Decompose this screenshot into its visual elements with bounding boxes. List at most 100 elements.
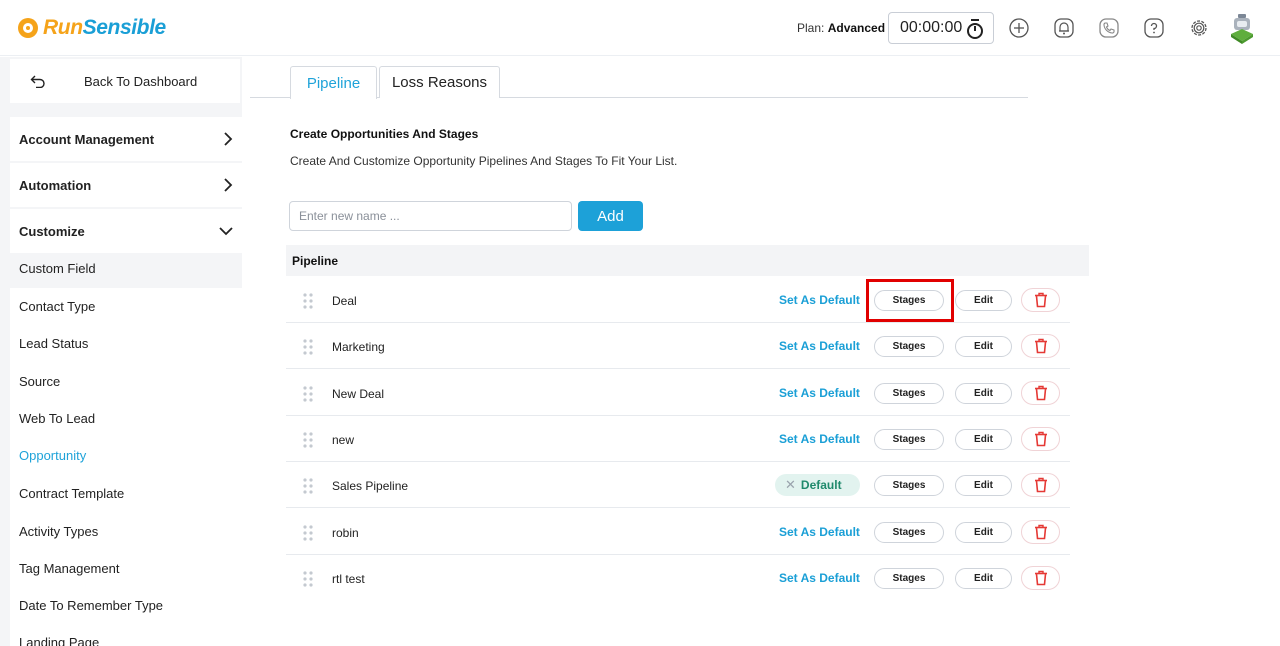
pipeline-column-header: Pipeline	[292, 254, 339, 268]
sidebar-item-activity-types[interactable]: Activity Types	[19, 524, 98, 539]
table-row: New Deal Set As Default Stages Edit	[286, 370, 1070, 416]
drag-handle-icon[interactable]	[303, 386, 313, 402]
help-icon[interactable]	[1143, 17, 1165, 39]
add-pipeline-button[interactable]: Add	[578, 201, 643, 231]
sidebar-group-customize[interactable]: Customize	[10, 209, 242, 253]
drag-handle-icon[interactable]	[303, 478, 313, 494]
pipeline-tabs: Pipeline Loss Reasons	[250, 66, 1028, 99]
settings-sidebar: Back To Dashboard Account Management Aut…	[0, 57, 242, 646]
chevron-right-icon	[224, 132, 233, 146]
chevron-down-icon	[219, 227, 233, 236]
drag-handle-icon[interactable]	[303, 525, 313, 541]
default-badge[interactable]: ✕ Default	[775, 474, 860, 496]
pipeline-name: rtl test	[332, 572, 365, 586]
timer-widget[interactable]: 00:00:00	[888, 12, 994, 44]
sidebar-group-label: Account Management	[19, 131, 155, 147]
set-as-default-link[interactable]: Set As Default	[779, 339, 860, 353]
set-as-default-link[interactable]: Set As Default	[779, 571, 860, 585]
set-as-default-link[interactable]: Set As Default	[779, 386, 860, 400]
edit-button[interactable]: Edit	[955, 475, 1012, 496]
set-as-default-link[interactable]: Set As Default	[779, 293, 860, 307]
sidebar-group-label: Customize	[19, 223, 85, 239]
stages-button[interactable]: Stages	[874, 336, 944, 357]
sidebar-item-lead-status[interactable]: Lead Status	[19, 336, 88, 351]
edit-button[interactable]: Edit	[955, 336, 1012, 357]
sidebar-group-automation[interactable]: Automation	[10, 163, 242, 207]
drag-handle-icon[interactable]	[303, 339, 313, 355]
back-to-dashboard-link[interactable]: Back To Dashboard	[10, 59, 240, 103]
delete-button[interactable]	[1021, 381, 1060, 405]
edit-button[interactable]: Edit	[955, 522, 1012, 543]
drag-handle-icon[interactable]	[303, 293, 313, 309]
delete-button[interactable]	[1021, 520, 1060, 544]
drag-handle-icon[interactable]	[303, 432, 313, 448]
sidebar-item-source[interactable]: Source	[19, 374, 60, 389]
pipeline-name: Marketing	[332, 340, 385, 354]
back-arrow-icon	[30, 75, 45, 88]
trash-icon	[1034, 477, 1047, 493]
table-row: rtl test Set As Default Stages Edit	[286, 555, 1070, 601]
edit-button[interactable]: Edit	[955, 568, 1012, 589]
stages-button[interactable]: Stages	[874, 429, 944, 450]
sidebar-item-custom-field[interactable]: Custom Field	[19, 261, 96, 276]
stages-button[interactable]: Stages	[874, 568, 944, 589]
stages-button[interactable]: Stages	[874, 290, 944, 311]
table-row: Deal Set As Default Stages Edit	[286, 277, 1070, 323]
sidebar-group-account-management[interactable]: Account Management	[10, 117, 242, 161]
tab-loss-reasons[interactable]: Loss Reasons	[379, 66, 500, 98]
logo-mark-icon	[18, 18, 38, 38]
back-to-dashboard-label: Back To Dashboard	[84, 73, 198, 89]
customize-submenu: Custom Field Contact Type Lead Status So…	[10, 261, 242, 646]
delete-button[interactable]	[1021, 473, 1060, 497]
trash-icon	[1034, 524, 1047, 540]
sidebar-item-contract-template[interactable]: Contract Template	[19, 486, 124, 501]
gear-icon[interactable]	[1188, 17, 1210, 39]
delete-button[interactable]	[1021, 288, 1060, 312]
sidebar-group-label: Automation	[19, 177, 92, 193]
stages-button[interactable]: Stages	[874, 383, 944, 404]
bell-icon[interactable]	[1053, 17, 1075, 39]
trash-icon	[1034, 570, 1047, 586]
table-row: new Set As Default Stages Edit	[286, 416, 1070, 462]
remove-default-icon[interactable]: ✕	[785, 477, 796, 493]
set-as-default-link[interactable]: Set As Default	[779, 432, 860, 446]
edit-button[interactable]: Edit	[955, 383, 1012, 404]
plan-indicator: Plan: Advanced	[797, 21, 885, 35]
edit-button[interactable]: Edit	[955, 290, 1012, 311]
table-row: Sales Pipeline ✕ Default Stages Edit	[286, 462, 1070, 508]
tab-pipeline[interactable]: Pipeline	[290, 66, 377, 99]
phone-icon[interactable]	[1098, 17, 1120, 39]
pipeline-name: Deal	[332, 294, 357, 308]
stages-button[interactable]: Stages	[874, 475, 944, 496]
sidebar-item-date-to-remember-type[interactable]: Date To Remember Type	[19, 598, 163, 613]
pipeline-name: new	[332, 433, 355, 447]
trash-icon	[1034, 385, 1047, 401]
sidebar-item-opportunity[interactable]: Opportunity	[19, 448, 86, 463]
plus-circle-icon[interactable]	[1008, 17, 1030, 39]
delete-button[interactable]	[1021, 334, 1060, 358]
trash-icon	[1034, 292, 1047, 308]
trash-icon	[1034, 431, 1047, 447]
sidebar-item-tag-management[interactable]: Tag Management	[19, 561, 119, 576]
sidebar-item-contact-type[interactable]: Contact Type	[19, 299, 95, 314]
stages-button[interactable]: Stages	[874, 522, 944, 543]
delete-button[interactable]	[1021, 427, 1060, 451]
trash-icon	[1034, 338, 1047, 354]
plan-label: Plan:	[797, 21, 825, 35]
delete-button[interactable]	[1021, 566, 1060, 590]
avatar[interactable]	[1229, 13, 1255, 45]
plan-value: Advanced	[827, 21, 886, 35]
drag-handle-icon[interactable]	[303, 571, 313, 587]
table-row: Marketing Set As Default Stages Edit	[286, 323, 1070, 369]
edit-button[interactable]: Edit	[955, 429, 1012, 450]
stopwatch-icon	[967, 19, 983, 39]
new-pipeline-name-input[interactable]	[289, 201, 572, 231]
default-label: Default	[800, 478, 842, 492]
sidebar-item-web-to-lead[interactable]: Web To Lead	[19, 411, 95, 426]
top-header: RunSensible Plan: Advanced 00:00:00	[0, 0, 1280, 56]
set-as-default-link[interactable]: Set As Default	[779, 525, 860, 539]
sidebar-item-landing-page[interactable]: Landing Page	[19, 635, 99, 646]
pipeline-table-header: Pipeline	[286, 245, 1089, 276]
runsensible-logo[interactable]: RunSensible	[18, 16, 166, 40]
pipeline-name: Sales Pipeline	[332, 479, 409, 493]
